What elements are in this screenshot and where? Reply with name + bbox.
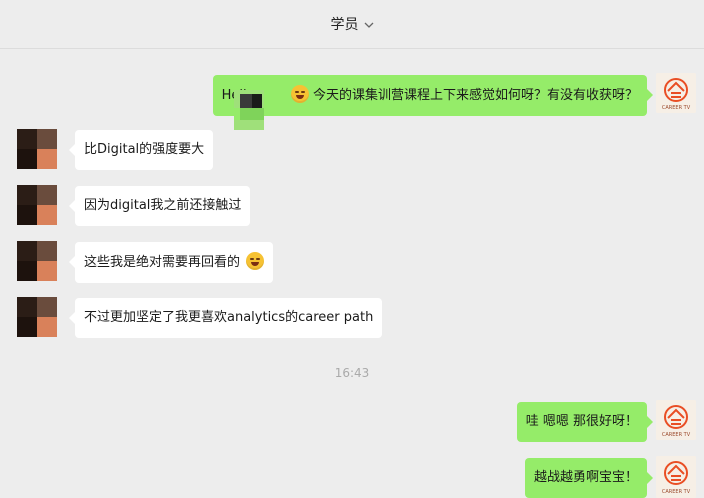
career-tv-logo-icon: CAREER TV <box>656 73 696 113</box>
message-timestamp: 16:43 <box>334 366 370 380</box>
logo-text: CAREER TV <box>662 489 691 495</box>
message-bubble-outgoing[interactable]: Hello 今天的课集训营课程上下来感觉如何呀？有没有收获呀？ <box>212 75 654 116</box>
chat-title-dropdown[interactable]: 学员 <box>0 14 704 34</box>
my-avatar[interactable]: CAREER TV <box>656 73 696 113</box>
message-bubble-incoming[interactable]: 不过更加坚定了我更喜欢analytics的career path <box>68 298 383 338</box>
my-avatar[interactable]: CAREER TV <box>656 456 696 498</box>
message-bubble-outgoing[interactable]: 越战越勇啊宝宝！ <box>524 458 654 498</box>
message-bubble-incoming[interactable]: 这些我是绝对需要再回看的 <box>68 242 274 283</box>
logo-text: CAREER TV <box>662 105 691 111</box>
message-bubble-outgoing[interactable]: 哇 嗯嗯 那很好呀！ <box>516 402 654 442</box>
chevron-down-icon <box>364 17 374 33</box>
message-text: 比Digital的强度要大 <box>84 142 205 157</box>
message-text: 哇 嗯嗯 那很好呀！ <box>525 414 638 429</box>
message-text: 不过更加坚定了我更喜欢analytics的career path <box>84 310 374 325</box>
career-tv-logo-icon: CAREER TV <box>656 400 696 440</box>
contact-avatar[interactable] <box>17 297 57 337</box>
message-text: 越战越勇啊宝宝！ <box>533 470 638 485</box>
message-text: 这些我是绝对需要再回看的 <box>84 255 241 270</box>
mosaic-redaction <box>234 90 264 130</box>
my-avatar[interactable]: CAREER TV <box>656 400 696 440</box>
grinning-emoji-icon <box>246 252 265 270</box>
grinning-emoji-icon <box>290 85 309 103</box>
message-bubble-incoming[interactable]: 因为digital我之前还接触过 <box>68 186 251 226</box>
contact-avatar[interactable] <box>17 241 57 281</box>
contact-avatar[interactable] <box>17 185 57 225</box>
logo-text: CAREER TV <box>662 432 691 438</box>
message-text: 今天的课集训营课程上下来感觉如何呀？有没有收获呀？ <box>312 88 638 103</box>
message-text: 因为digital我之前还接触过 <box>84 198 242 213</box>
contact-avatar[interactable] <box>17 129 57 169</box>
chat-title: 学员 <box>330 17 359 33</box>
chat-header: 学员 <box>0 0 704 49</box>
message-bubble-incoming[interactable]: 比Digital的强度要大 <box>68 130 214 170</box>
career-tv-logo-icon: CAREER TV <box>656 456 696 498</box>
